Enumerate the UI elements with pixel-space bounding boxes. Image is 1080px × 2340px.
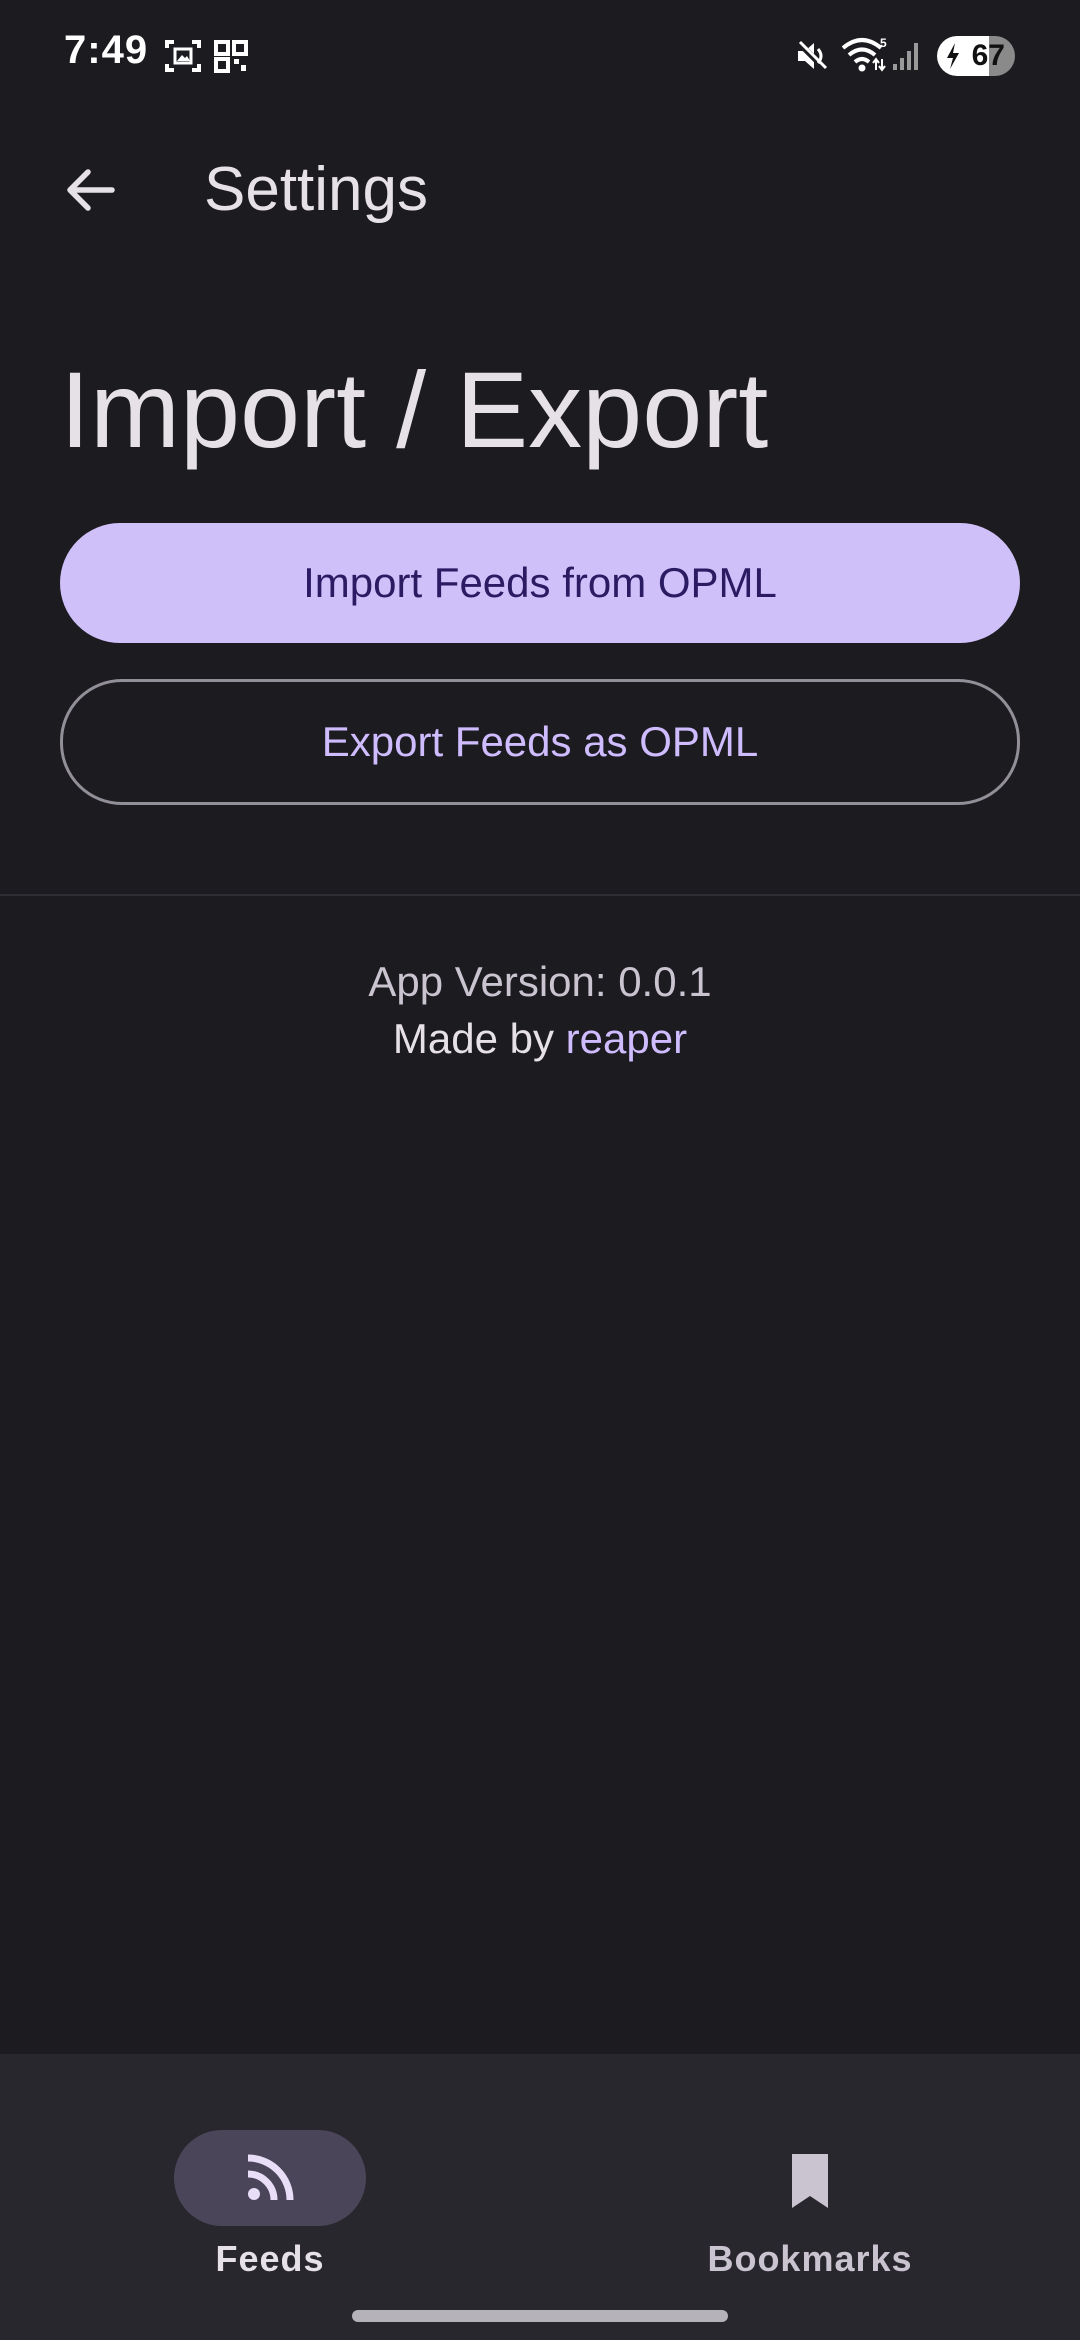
divider: [0, 894, 1080, 896]
wifi-icon: 5: [840, 34, 890, 81]
battery-icon: 67: [937, 36, 1015, 76]
made-by-line: Made by reaper: [0, 1015, 1080, 1063]
nav-item-bookmarks[interactable]: Bookmarks: [660, 2092, 960, 2292]
status-time: 7:49: [64, 28, 149, 72]
bottom-navigation: Feeds Bookmarks: [0, 2054, 1080, 2340]
signal-icon: [892, 38, 922, 77]
section-title: Import / Export: [60, 349, 769, 470]
made-by-prefix: Made by: [392, 1015, 554, 1062]
screenshot-icon: [164, 38, 202, 79]
mute-icon: [794, 38, 830, 79]
qr-scan-icon: [214, 38, 248, 79]
bookmark-icon: [792, 2154, 828, 2208]
nav-item-feeds[interactable]: Feeds: [120, 2092, 420, 2292]
import-opml-button[interactable]: Import Feeds from OPML: [60, 523, 1020, 643]
nav-label-feeds: Feeds: [215, 2238, 325, 2279]
wifi-badge: 5: [880, 36, 887, 50]
status-bar: 7:49 5 67: [0, 0, 1080, 110]
export-opml-button[interactable]: Export Feeds as OPML: [60, 679, 1020, 805]
author-link[interactable]: reaper: [566, 1015, 687, 1062]
rss-icon: [247, 2154, 294, 2201]
home-indicator[interactable]: [352, 2310, 728, 2322]
settings-screen: 7:49 5 67 Settings Import / Export Impor…: [0, 0, 1080, 2340]
arrow-back-icon: [67, 169, 115, 211]
back-button[interactable]: [50, 150, 130, 230]
nav-label-bookmarks: Bookmarks: [707, 2238, 913, 2279]
battery-level: 67: [971, 39, 1005, 72]
page-title: Settings: [204, 155, 429, 224]
app-version: App Version: 0.0.1: [368, 958, 712, 1005]
